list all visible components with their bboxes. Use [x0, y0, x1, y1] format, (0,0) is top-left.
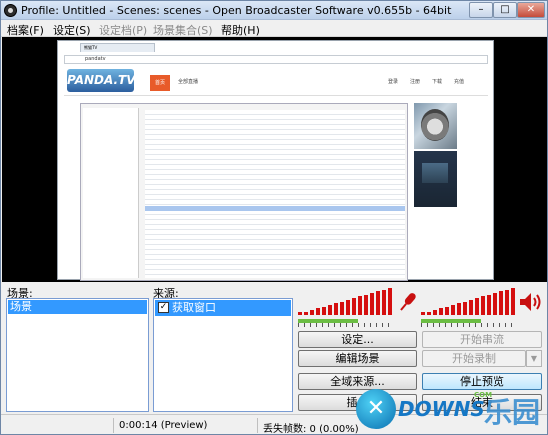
meter-bar: [475, 298, 479, 315]
meter-bar: [505, 289, 509, 315]
maximize-button[interactable]: □: [493, 2, 517, 18]
meter-bar: [493, 293, 497, 315]
side-thumbnail-dark: [414, 151, 457, 207]
meter-bar: [304, 311, 308, 315]
meter-bar: [310, 309, 314, 315]
site-divider: [64, 95, 488, 96]
scene-item[interactable]: 场景: [8, 300, 147, 314]
watermark-text: DOWNS: [398, 397, 485, 421]
browser-address-bar: pandatv: [64, 55, 488, 64]
title-bar[interactable]: Profile: Untitled - Scenes: scenes - Ope…: [1, 1, 547, 20]
scenes-list[interactable]: 场景: [6, 298, 149, 412]
status-time: 0:00:14 (Preview): [119, 420, 208, 431]
meter-bar: [451, 304, 455, 315]
meter-bar: [487, 294, 491, 315]
start-recording-button[interactable]: 开始录制: [422, 350, 526, 367]
speaker-icon[interactable]: [518, 290, 542, 314]
preview-area[interactable]: 熊猫TV pandatv PANDA.TV 首页 全部直播 登录 注册 下载 充…: [2, 37, 547, 282]
meter-bar: [376, 291, 380, 315]
browser-tab: 熊猫TV: [80, 43, 155, 52]
meter-bar: [433, 309, 437, 315]
mic-volume-meter[interactable]: [298, 288, 394, 315]
meter-bar: [364, 294, 368, 315]
selected-row: [145, 206, 405, 211]
meter-bar: [352, 298, 356, 315]
meter-bar: [316, 308, 320, 315]
source-checkbox[interactable]: ✓: [158, 302, 169, 313]
meter-bar: [427, 311, 431, 315]
source-item[interactable]: ✓ 获取窗口: [155, 300, 291, 316]
meter-bar: [421, 312, 425, 315]
meter-bar: [469, 299, 473, 315]
pandatv-logo: PANDA.TV: [67, 69, 136, 92]
file-grid: [145, 110, 405, 278]
watermark-cn: 乐园: [484, 396, 541, 429]
meter-bar: [445, 306, 449, 315]
meter-bar: [346, 299, 350, 315]
window-title: Profile: Untitled - Scenes: scenes - Ope…: [21, 4, 452, 17]
mic-scale-ticks: [298, 323, 394, 327]
site-nav-home: 首页: [150, 75, 170, 91]
meter-bar: [439, 308, 443, 315]
meter-bar: [334, 303, 338, 315]
meter-bar: [463, 301, 467, 315]
downxia-watermark: ✕ DOWNS COM 乐园: [356, 389, 546, 434]
stream-video-frame: [80, 103, 408, 281]
obs-app-icon: [4, 4, 17, 17]
source-item-label: 获取窗口: [172, 301, 216, 314]
minimize-button[interactable]: –: [469, 2, 493, 18]
microphone-icon[interactable]: [396, 290, 418, 314]
start-streaming-button[interactable]: 开始串流: [422, 331, 542, 348]
meter-bar: [370, 293, 374, 315]
meter-bar: [382, 289, 386, 315]
obs-window: Profile: Untitled - Scenes: scenes - Ope…: [0, 0, 548, 435]
menu-scene-collection[interactable]: 场景集合(S): [153, 22, 213, 38]
status-separator: [257, 418, 258, 433]
site-nav-right: 下载: [432, 79, 443, 85]
meter-bar: [388, 288, 392, 315]
status-separator: [113, 418, 114, 433]
koala-image: [421, 109, 449, 141]
menu-help[interactable]: 帮助(H): [221, 22, 260, 38]
sources-list[interactable]: ✓ 获取窗口: [153, 298, 293, 412]
meter-bar: [358, 296, 362, 315]
meter-bar: [340, 301, 344, 315]
menu-profiles[interactable]: 设定档(P): [99, 22, 147, 38]
meter-bar: [457, 303, 461, 315]
site-nav-right: 充值: [454, 79, 465, 85]
desktop-scale-ticks: [421, 323, 517, 327]
watermark-logo-icon: ✕: [356, 389, 396, 429]
recording-dropdown-arrow[interactable]: ▼: [526, 350, 542, 367]
desktop-volume-meter[interactable]: [421, 288, 517, 315]
menu-file[interactable]: 档案(F): [7, 22, 44, 38]
menu-bar: 档案(F) 设定(S) 设定档(P) 场景集合(S) 帮助(H): [1, 20, 547, 37]
settings-button[interactable]: 设定...: [298, 331, 417, 348]
meter-bar: [511, 288, 515, 315]
edit-scene-button[interactable]: 编辑场景: [298, 350, 417, 367]
meter-bar: [298, 312, 302, 315]
explorer-tree: [83, 108, 139, 278]
site-nav-right: 注册: [410, 79, 421, 85]
site-nav-all-live: 全部直播: [178, 79, 199, 85]
site-nav-right: 登录: [388, 79, 399, 85]
meter-bar: [322, 306, 326, 315]
close-button[interactable]: ✕: [517, 2, 545, 18]
stop-preview-button[interactable]: 停止预览: [422, 373, 542, 390]
captured-browser-window: 熊猫TV pandatv PANDA.TV 首页 全部直播 登录 注册 下载 充…: [57, 40, 494, 281]
meter-bar: [481, 296, 485, 315]
global-sources-button[interactable]: 全域来源...: [298, 373, 417, 390]
status-dropped-frames: 丢失帧数: 0 (0.00%): [263, 424, 359, 435]
menu-settings[interactable]: 设定(S): [53, 22, 91, 38]
meter-bar: [328, 304, 332, 315]
meter-bar: [499, 291, 503, 315]
